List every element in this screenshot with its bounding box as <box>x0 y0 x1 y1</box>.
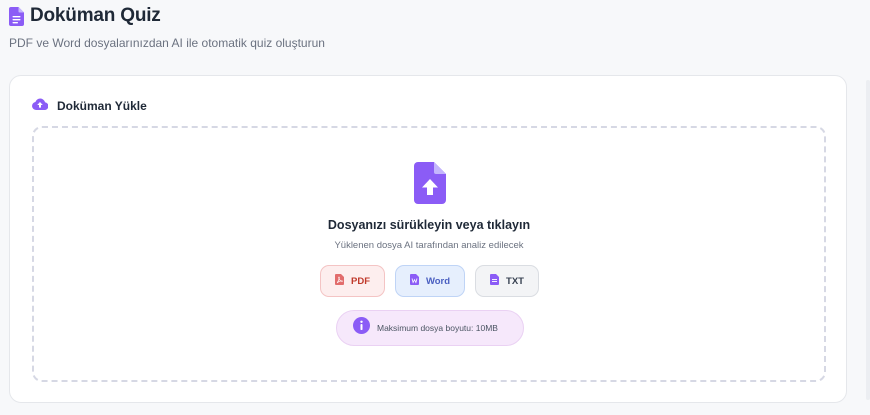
page-subtitle: PDF ve Word dosyalarınızdan AI ile otoma… <box>9 36 325 50</box>
word-file-icon <box>409 274 419 288</box>
cloud-upload-icon <box>32 97 49 115</box>
document-icon <box>9 6 24 26</box>
file-type-badges: PDF Word TXT <box>320 265 539 297</box>
scrollbar[interactable] <box>866 80 870 400</box>
dropzone-title: Dosyanızı sürükleyin veya tıklayın <box>327 218 531 232</box>
pdf-file-icon <box>335 274 344 288</box>
max-size-text: Maksimum dosya boyutu: 10MB <box>377 323 498 333</box>
file-type-pdf: PDF <box>320 265 385 297</box>
file-type-label: TXT <box>506 275 524 287</box>
file-type-word: Word <box>395 265 465 297</box>
file-upload-icon <box>414 162 446 209</box>
page-header: Doküman Quiz PDF ve Word dosyalarınızdan… <box>9 5 325 50</box>
info-icon <box>353 317 370 339</box>
card-header: Doküman Yükle <box>32 97 147 115</box>
page-title: Doküman Quiz <box>30 5 161 26</box>
dropzone-subtitle: Yüklenen dosya AI tarafından analiz edil… <box>334 240 524 251</box>
file-dropzone[interactable]: Dosyanızı sürükleyin veya tıklayın Yükle… <box>32 126 826 382</box>
upload-card: Doküman Yükle Dosyanızı sürükleyin veya … <box>9 75 847 403</box>
file-type-label: Word <box>425 275 451 287</box>
file-type-label: PDF <box>351 275 370 287</box>
file-type-txt: TXT <box>475 265 539 297</box>
card-title: Doküman Yükle <box>57 99 147 113</box>
max-size-info: Maksimum dosya boyutu: 10MB <box>336 310 524 346</box>
title-row: Doküman Quiz <box>9 5 325 27</box>
text-file-icon <box>490 274 500 288</box>
